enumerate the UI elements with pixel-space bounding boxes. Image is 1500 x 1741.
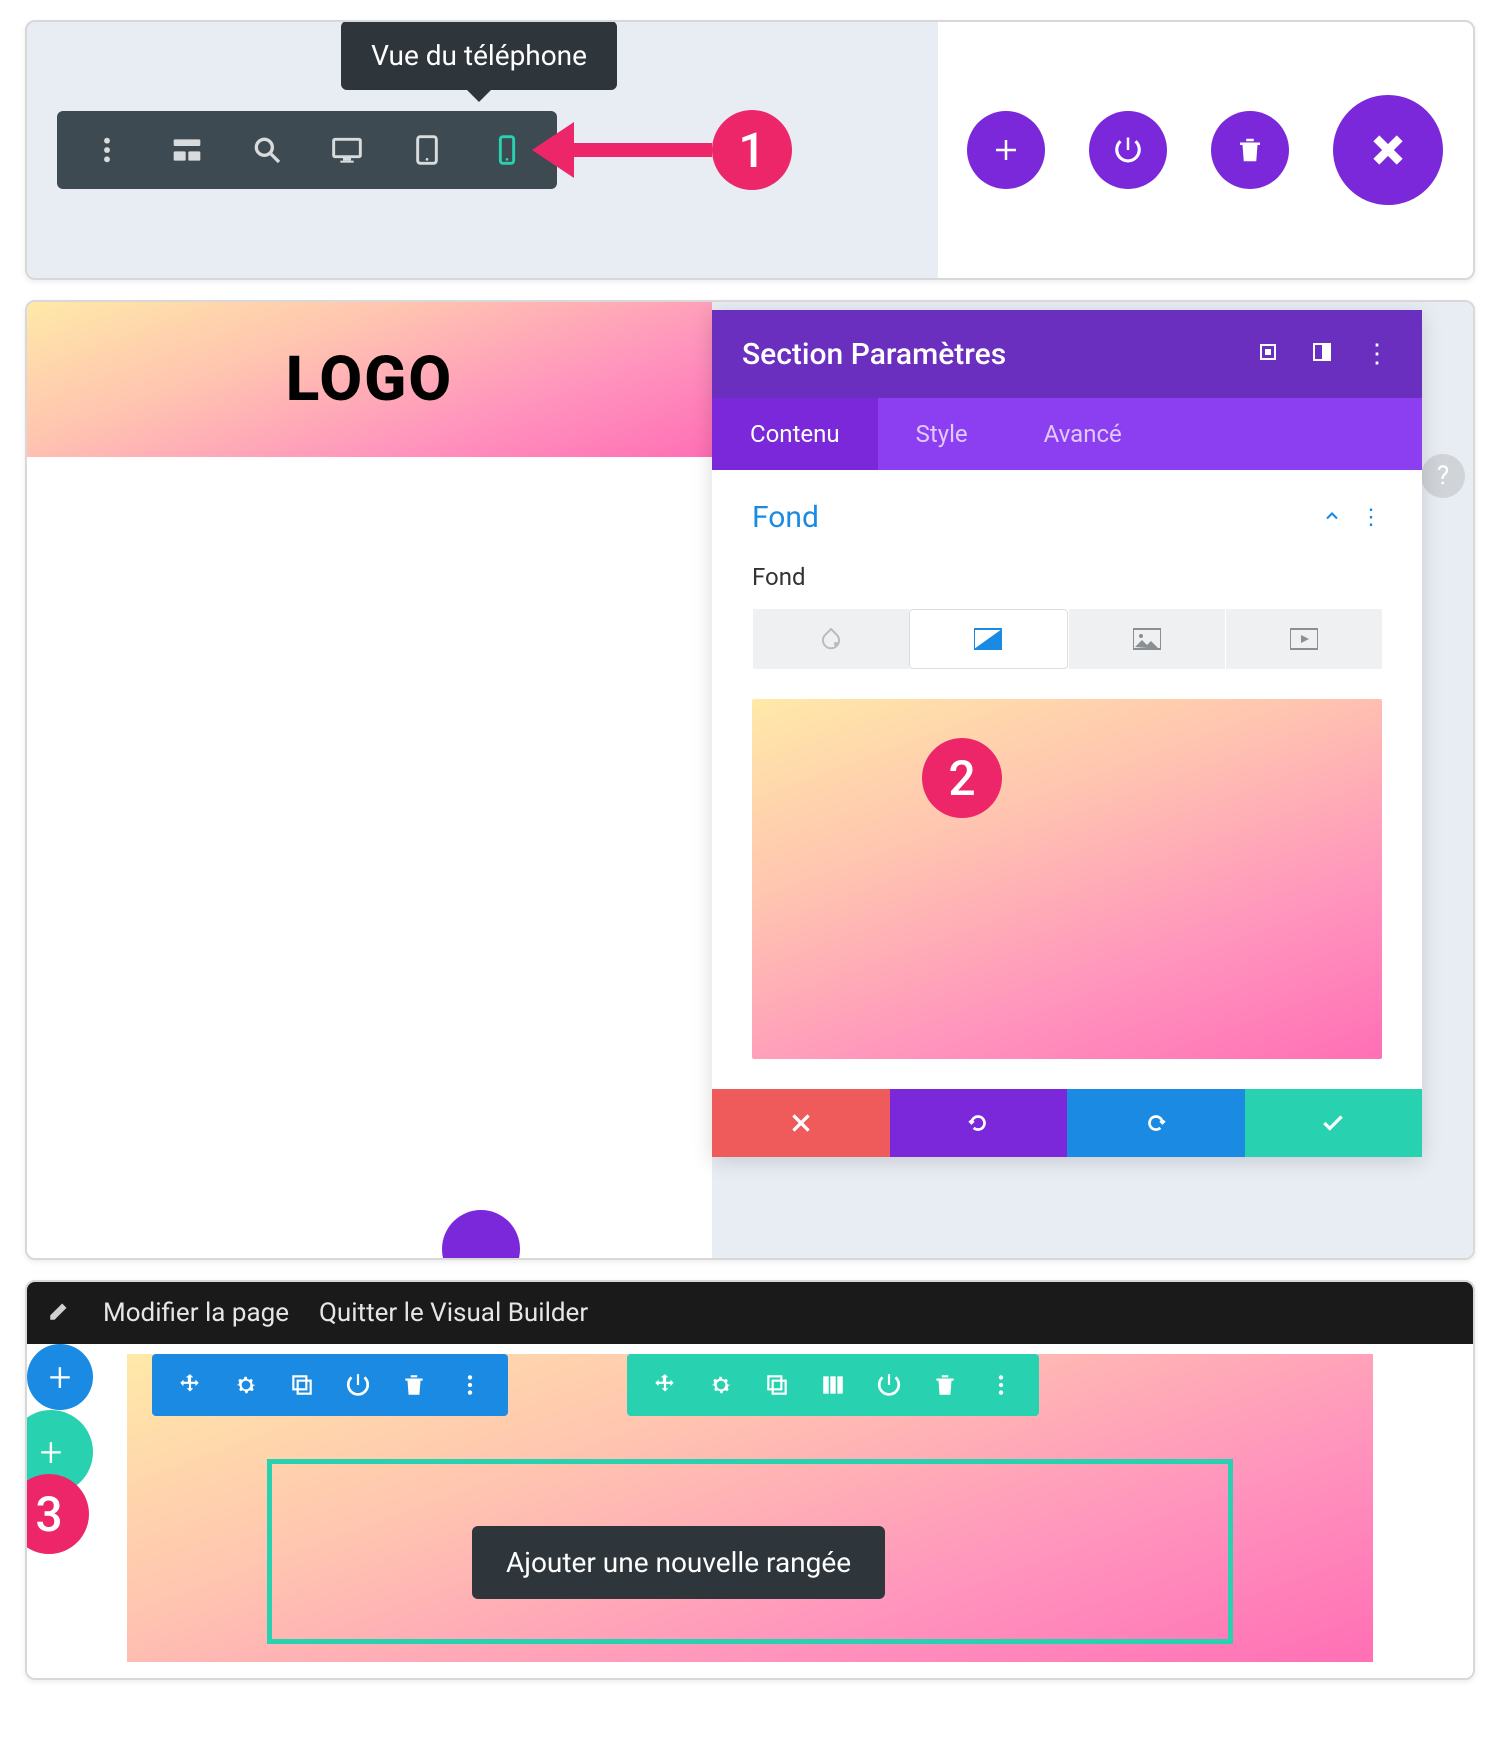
confirm-button[interactable] bbox=[1245, 1089, 1423, 1157]
columns-icon[interactable] bbox=[805, 1354, 861, 1416]
zoom-button[interactable] bbox=[227, 111, 307, 189]
row-toolbar-green bbox=[627, 1354, 1039, 1416]
phone-view-tooltip: Vue du téléphone bbox=[341, 21, 617, 90]
tab-advanced[interactable]: Avancé bbox=[1006, 398, 1160, 470]
gear-icon[interactable] bbox=[693, 1354, 749, 1416]
move-icon[interactable] bbox=[162, 1354, 218, 1416]
duplicate-icon[interactable] bbox=[749, 1354, 805, 1416]
bg-type-image[interactable] bbox=[1068, 609, 1225, 669]
section-more-icon[interactable]: ⋮ bbox=[1360, 505, 1382, 530]
move-icon[interactable] bbox=[637, 1354, 693, 1416]
trash-icon[interactable] bbox=[386, 1354, 442, 1416]
view-toolbar: Vue du téléphone 1 bbox=[57, 111, 557, 189]
edit-page-link[interactable]: Modifier la page bbox=[103, 1298, 289, 1328]
builder-canvas: Ajouter une nouvelle rangée + + 3 bbox=[27, 1344, 1473, 1680]
power-icon[interactable] bbox=[330, 1354, 386, 1416]
bg-gradient-preview[interactable] bbox=[752, 699, 1382, 1059]
bg-type-gradient[interactable] bbox=[909, 609, 1067, 669]
redo-button[interactable] bbox=[1067, 1089, 1245, 1157]
power-icon[interactable] bbox=[861, 1354, 917, 1416]
help-badge[interactable]: ? bbox=[1421, 454, 1465, 498]
logo-text: LOGO bbox=[286, 343, 453, 416]
bg-type-color[interactable] bbox=[752, 609, 909, 669]
section-toolbar-blue bbox=[152, 1354, 508, 1416]
more-icon[interactable] bbox=[973, 1354, 1029, 1416]
settings-header: Section Paramètres ⋮ bbox=[712, 310, 1422, 398]
settings-area: ? Section Paramètres ⋮ Contenu Style Ava… bbox=[712, 302, 1473, 1258]
panel-responsive-toolbar: Vue du téléphone 1 bbox=[25, 20, 1475, 280]
bg-type-selector bbox=[752, 609, 1382, 669]
global-actions bbox=[967, 95, 1443, 205]
quit-builder-link[interactable]: Quitter le Visual Builder bbox=[319, 1298, 588, 1328]
step-1-badge: 1 bbox=[712, 110, 792, 190]
more-menu-button[interactable] bbox=[67, 111, 147, 189]
tab-style[interactable]: Style bbox=[878, 398, 1006, 470]
undo-button[interactable] bbox=[890, 1089, 1068, 1157]
add-row-tooltip: Ajouter une nouvelle rangée bbox=[472, 1526, 885, 1599]
trash-icon[interactable] bbox=[917, 1354, 973, 1416]
panel-add-row: Modifier la page Quitter le Visual Build… bbox=[25, 1280, 1475, 1680]
settings-body: Fond ⋮ Fond bbox=[712, 470, 1422, 1059]
settings-footer bbox=[712, 1089, 1422, 1157]
section-fond-title: Fond bbox=[752, 500, 819, 535]
tab-content[interactable]: Contenu bbox=[712, 398, 878, 470]
desktop-view-button[interactable] bbox=[307, 111, 387, 189]
admin-topbar: Modifier la page Quitter le Visual Build… bbox=[27, 1282, 1473, 1344]
wireframe-view-button[interactable] bbox=[147, 111, 227, 189]
section-fond-header: Fond ⋮ bbox=[752, 500, 1382, 535]
step1-arrow: 1 bbox=[532, 110, 792, 190]
settings-tabs: Contenu Style Avancé bbox=[712, 398, 1422, 470]
expand-icon[interactable] bbox=[1256, 340, 1280, 368]
gradient-header: LOGO bbox=[27, 302, 712, 457]
panel-section-settings: LOGO ? Section Paramètres ⋮ Contenu Styl… bbox=[25, 300, 1475, 1260]
collapse-icon[interactable] bbox=[1322, 506, 1342, 530]
more-icon[interactable] bbox=[442, 1354, 498, 1416]
duplicate-icon[interactable] bbox=[274, 1354, 330, 1416]
close-button[interactable] bbox=[1333, 95, 1443, 205]
bg-label: Fond bbox=[752, 563, 1382, 591]
gear-icon[interactable] bbox=[218, 1354, 274, 1416]
preview-left: LOGO bbox=[27, 302, 712, 1258]
edit-icon[interactable] bbox=[47, 1297, 73, 1330]
settings-header-icons: ⋮ bbox=[1256, 339, 1392, 369]
cancel-button[interactable] bbox=[712, 1089, 890, 1157]
bg-type-video[interactable] bbox=[1225, 609, 1382, 669]
tablet-view-button[interactable] bbox=[387, 111, 467, 189]
settings-more-icon[interactable]: ⋮ bbox=[1364, 339, 1392, 369]
add-button[interactable] bbox=[967, 111, 1045, 189]
delete-button[interactable] bbox=[1211, 111, 1289, 189]
step-3-badge: 3 bbox=[25, 1474, 89, 1554]
purple-peek-circle bbox=[442, 1210, 520, 1260]
settings-panel: Section Paramètres ⋮ Contenu Style Avanc… bbox=[712, 310, 1422, 1157]
snap-icon[interactable] bbox=[1310, 340, 1334, 368]
settings-title: Section Paramètres bbox=[742, 337, 1256, 372]
step-2-badge: 2 bbox=[922, 738, 1002, 818]
power-button[interactable] bbox=[1089, 111, 1167, 189]
add-section-button[interactable]: + bbox=[27, 1344, 93, 1410]
